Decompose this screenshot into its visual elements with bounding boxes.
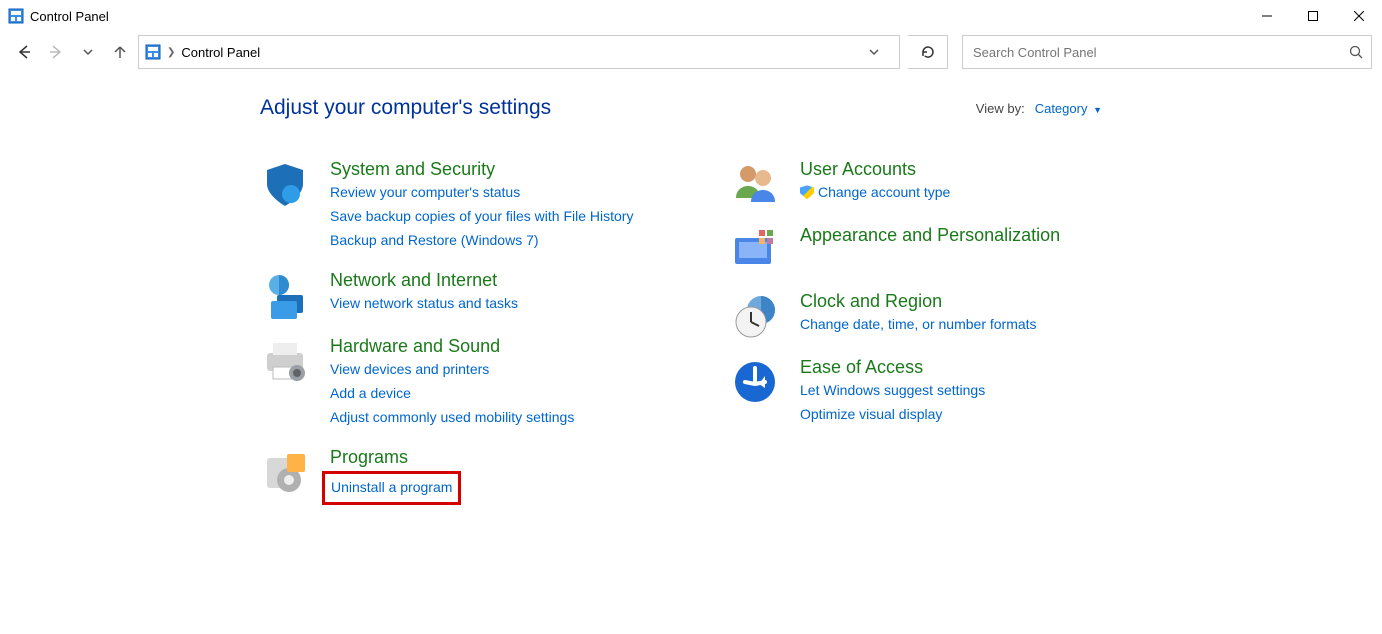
clock-icon [730,290,780,340]
category-title[interactable]: Appearance and Personalization [800,224,1140,247]
category-clock-region: Clock and Region Change date, time, or n… [730,290,1140,340]
category-user-accounts: User Accounts Change account type [730,158,1140,208]
highlight-annotation: Uninstall a program [322,471,461,505]
category-link[interactable]: Change account type [800,181,950,205]
category-title[interactable]: Programs [330,446,670,469]
forward-button[interactable] [42,38,70,66]
network-icon [260,269,310,319]
address-bar[interactable]: ❯ Control Panel [138,35,900,69]
category-link[interactable]: Change date, time, or number formats [800,313,1037,337]
category-link[interactable]: Adjust commonly used mobility settings [330,406,574,430]
refresh-button[interactable] [908,35,948,69]
view-by-control: View by: Category ▼ [976,101,1102,116]
search-box[interactable] [962,35,1372,69]
search-icon[interactable] [1349,45,1363,59]
close-button[interactable] [1336,0,1382,32]
ease-icon [730,356,780,406]
category-title[interactable]: Hardware and Sound [330,335,670,358]
category-title[interactable]: Network and Internet [330,269,670,292]
category-link[interactable]: Optimize visual display [800,403,942,427]
recent-locations-button[interactable] [74,38,102,66]
view-by-label: View by: [976,101,1025,116]
category-title[interactable]: System and Security [330,158,670,181]
shield-icon [260,158,310,208]
control-panel-icon [145,44,161,60]
content-area: Adjust your computer's settings View by:… [0,72,1382,521]
maximize-button[interactable] [1290,0,1336,32]
breadcrumb-location[interactable]: Control Panel [181,45,260,60]
minimize-button[interactable] [1244,0,1290,32]
back-button[interactable] [10,38,38,66]
toolbar: ❯ Control Panel [0,32,1382,72]
appearance-icon [730,224,780,274]
category-link[interactable]: View devices and printers [330,358,489,382]
up-button[interactable] [106,38,134,66]
window-title: Control Panel [30,9,109,24]
category-link[interactable]: Let Windows suggest settings [800,379,985,403]
category-programs: Programs Uninstall a program [260,446,670,505]
control-panel-app-icon [8,8,24,24]
search-input[interactable] [971,44,1349,61]
category-link[interactable]: Add a device [330,382,411,406]
users-icon [730,158,780,208]
chevron-down-icon: ▼ [1093,105,1102,115]
programs-icon [260,446,310,496]
category-title[interactable]: User Accounts [800,158,1140,181]
category-network-internet: Network and Internet View network status… [260,269,670,319]
category-link[interactable]: View network status and tasks [330,292,518,316]
title-bar: Control Panel [0,0,1382,32]
category-column-right: User Accounts Change account type Appear… [730,158,1140,521]
printer-icon [260,335,310,385]
view-by-dropdown[interactable]: Category ▼ [1035,101,1102,116]
category-column-left: System and Security Review your computer… [260,158,670,521]
category-hardware-sound: Hardware and Sound View devices and prin… [260,335,670,430]
category-title[interactable]: Clock and Region [800,290,1140,313]
breadcrumb-chevron-icon[interactable]: ❯ [167,47,175,58]
category-link[interactable]: Review your computer's status [330,181,520,205]
uninstall-program-link[interactable]: Uninstall a program [331,476,452,500]
category-title[interactable]: Ease of Access [800,356,1140,379]
category-appearance-personalization: Appearance and Personalization [730,224,1140,274]
category-link[interactable]: Save backup copies of your files with Fi… [330,205,633,229]
address-dropdown-button[interactable] [869,47,893,57]
category-ease-of-access: Ease of Access Let Windows suggest setti… [730,356,1140,427]
window-buttons [1244,0,1382,32]
category-link[interactable]: Backup and Restore (Windows 7) [330,229,539,253]
page-heading: Adjust your computer's settings [260,96,551,120]
category-system-security: System and Security Review your computer… [260,158,670,253]
